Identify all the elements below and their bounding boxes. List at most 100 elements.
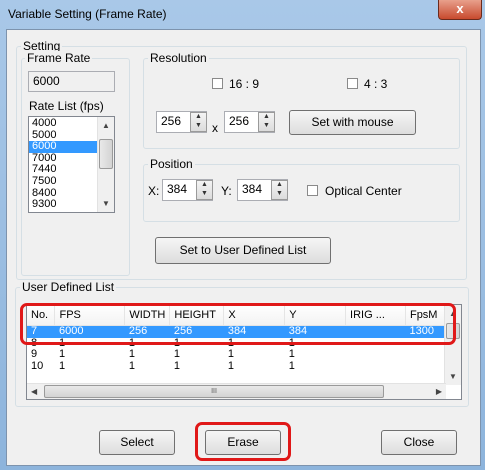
window-close-button[interactable]: x: [438, 0, 482, 20]
dialog-window: Variable Setting (Frame Rate) x Setting …: [0, 0, 485, 470]
resolution-label: Resolution: [148, 51, 209, 65]
table-cell: 1300: [405, 325, 446, 338]
table-row[interactable]: 9 1 1 1 1 1: [27, 349, 446, 361]
frame-rate-value-field[interactable]: 6000: [28, 71, 115, 92]
table-cell: [346, 338, 406, 350]
setting-group: Setting Frame Rate 6000 Rate List (fps) …: [16, 39, 467, 280]
spin-up-icon[interactable]: ▲: [197, 181, 212, 190]
width-spinner[interactable]: ▲ ▼: [190, 112, 207, 132]
table-cell: 1: [173, 360, 180, 372]
erase-button[interactable]: Erase: [205, 430, 281, 455]
table-cell: 8: [31, 337, 38, 349]
column-header[interactable]: FpsM: [405, 305, 446, 326]
table-cell: 1: [288, 349, 295, 360]
column-header[interactable]: HEIGHT: [169, 305, 225, 326]
table-row[interactable]: 8 1 1 1 1 1: [27, 338, 446, 350]
position-y-spinner[interactable]: ▲ ▼: [271, 180, 288, 200]
user-list-vscrollbar[interactable]: ▲ ▼: [444, 305, 461, 385]
scroll-up-icon[interactable]: ▲: [98, 117, 114, 134]
close-icon: x: [456, 1, 464, 16]
table-cell: 1: [173, 349, 180, 360]
spin-up-icon[interactable]: ▲: [259, 113, 274, 122]
table-row[interactable]: 10 1 1 1 1 1: [27, 361, 446, 373]
position-y-label: Y:: [221, 184, 232, 198]
scroll-down-icon[interactable]: ▼: [445, 368, 461, 385]
table-cell: 1: [227, 349, 234, 360]
close-button[interactable]: Close: [381, 430, 457, 455]
resolution-group: Resolution 16 : 9 4 : 3 256 ▲ ▼ x 256 ▲ ▼ …: [143, 51, 460, 149]
dialog-client: Setting Frame Rate 6000 Rate List (fps) …: [6, 29, 481, 466]
table-cell: 1: [58, 337, 66, 349]
scroll-left-icon[interactable]: ◀: [31, 384, 37, 399]
scroll-right-icon[interactable]: ▶: [436, 384, 442, 399]
table-cell: [345, 325, 406, 338]
frame-rate-label: Frame Rate: [25, 51, 93, 65]
table-cell: 10: [31, 360, 44, 372]
table-cell: [346, 361, 406, 373]
table-cell: [405, 338, 445, 350]
table-cell: [346, 349, 406, 361]
optical-center-label: Optical Center: [325, 184, 402, 198]
table-cell: 1: [58, 349, 66, 360]
ratio-4-3-label: 4 : 3: [364, 77, 388, 91]
table-cell: 9: [31, 349, 38, 360]
column-header[interactable]: X: [223, 305, 286, 326]
column-header[interactable]: No.: [27, 305, 56, 326]
table-cell: 6000: [54, 325, 125, 338]
scroll-up-icon[interactable]: ▲: [445, 305, 461, 322]
table-cell: 1: [58, 360, 66, 372]
set-to-user-defined-list-button[interactable]: Set to User Defined List: [155, 237, 331, 264]
table-cell: 384: [223, 325, 285, 338]
table-cell: 1: [128, 360, 135, 372]
height-spinner[interactable]: ▲ ▼: [258, 112, 275, 132]
optical-center-checkbox[interactable]: [307, 185, 318, 196]
title-bar[interactable]: Variable Setting (Frame Rate) x: [0, 0, 485, 28]
table-row[interactable]: 7 6000 256 256 384 384 1300: [27, 325, 446, 338]
rate-list-scrollbar[interactable]: ▲ ▼: [97, 117, 114, 212]
set-with-mouse-button[interactable]: Set with mouse: [289, 110, 416, 135]
user-defined-list-view[interactable]: No. FPS WIDTH HEIGHT X Y IRIG ... FpsM 7 6000 256…: [26, 304, 462, 400]
spin-down-icon[interactable]: ▼: [259, 122, 274, 131]
hscroll-thumb[interactable]: III: [44, 385, 384, 398]
rate-list-label: Rate List (fps): [29, 99, 104, 113]
spin-up-icon[interactable]: ▲: [191, 113, 206, 122]
rate-list[interactable]: 4000 5000 6000 7000 7440 7500 8400 9300 ▲ ▼: [28, 116, 115, 213]
position-x-label: X:: [148, 184, 160, 198]
table-cell: 256: [124, 325, 170, 338]
table-cell: 1: [173, 337, 180, 349]
column-header[interactable]: WIDTH: [124, 305, 171, 326]
spin-down-icon[interactable]: ▼: [272, 190, 287, 199]
table-cell: 1: [288, 337, 295, 349]
ratio-16-9-label: 16 : 9: [229, 77, 260, 91]
scroll-down-icon[interactable]: ▼: [98, 195, 114, 212]
table-cell: 1: [227, 360, 234, 372]
table-cell: 384: [284, 325, 346, 338]
scroll-thumb[interactable]: [99, 139, 113, 169]
user-defined-table: No. FPS WIDTH HEIGHT X Y IRIG ... FpsM 7 6000 256…: [27, 305, 446, 372]
user-defined-list-group: User Defined List No. FPS WIDTH HEIGHT X Y IRI…: [15, 280, 469, 407]
frame-rate-group: Frame Rate 6000 Rate List (fps) 4000 5000…: [21, 51, 130, 276]
resolution-x-separator: x: [212, 121, 218, 135]
table-cell: 1: [288, 360, 295, 372]
window-title: Variable Setting (Frame Rate): [8, 7, 167, 21]
position-label: Position: [148, 157, 195, 171]
select-button[interactable]: Select: [99, 430, 175, 455]
column-header[interactable]: FPS: [54, 305, 126, 326]
scroll-thumb[interactable]: [446, 323, 460, 339]
spin-down-icon[interactable]: ▼: [191, 122, 206, 131]
spin-down-icon[interactable]: ▼: [197, 190, 212, 199]
column-header[interactable]: Y: [284, 305, 347, 326]
table-cell: 7: [27, 325, 55, 338]
table-cell: 1: [128, 337, 135, 349]
table-cell: [405, 349, 445, 361]
user-list-hscrollbar[interactable]: ◀ III ▶: [27, 383, 446, 399]
ratio-4-3-checkbox[interactable]: [347, 78, 358, 89]
column-header[interactable]: IRIG ...: [345, 305, 406, 326]
position-x-spinner[interactable]: ▲ ▼: [196, 180, 213, 200]
spin-up-icon[interactable]: ▲: [272, 181, 287, 190]
position-group: Position X: 384 ▲ ▼ Y: 384 ▲ ▼ Optical Cen…: [143, 157, 460, 222]
user-defined-list-label: User Defined List: [20, 280, 117, 294]
ratio-16-9-checkbox[interactable]: [212, 78, 223, 89]
hscroll-grip: III: [211, 388, 217, 395]
table-cell: 1: [227, 337, 234, 349]
